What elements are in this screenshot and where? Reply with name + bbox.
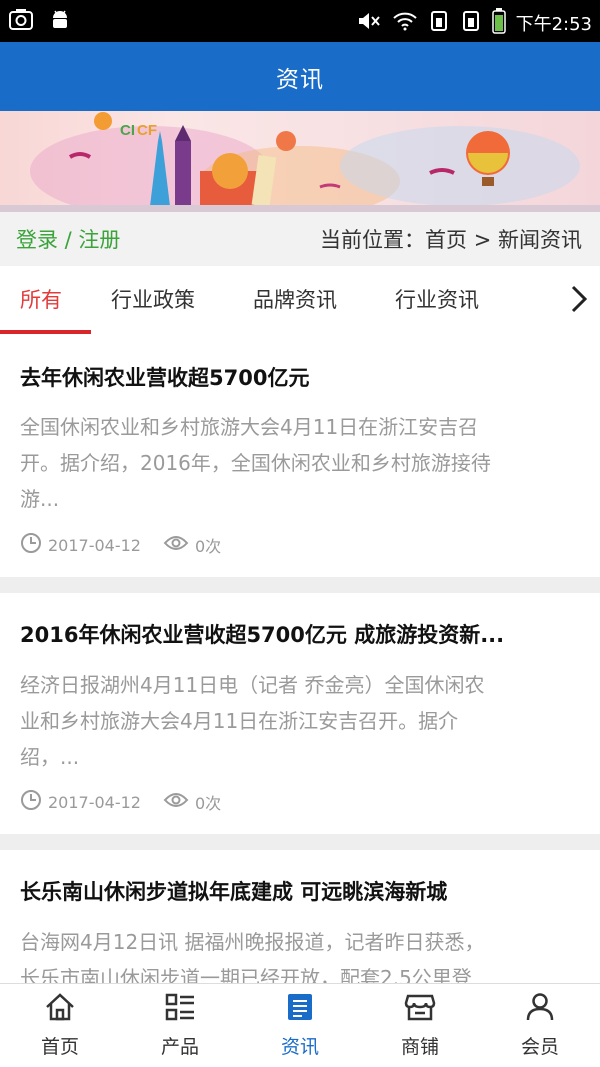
nav-label: 商铺 <box>400 1036 439 1058</box>
app-header: 资讯 <box>0 42 600 111</box>
article-title[interactable]: 2016年休闲农业营收超5700亿元 成旅游投资新... <box>20 619 580 649</box>
tab-industry-policy[interactable]: 行业政策 <box>111 284 195 314</box>
tabs-scroll-right-button[interactable] <box>538 266 600 336</box>
summary-line: 全国休闲农业和乡村旅游大会4月11日在浙江安吉召 <box>20 415 479 439</box>
summary-line: 业和乡村旅游大会4月11日在浙江安吉召开。据介 <box>20 709 459 733</box>
article-views: 0次 <box>194 794 222 813</box>
summary-line: 台海网4月12日讯 据福州晚报报道，记者昨日获悉， <box>20 930 485 954</box>
page-title: 资讯 <box>276 66 324 93</box>
tab-brand-news[interactable]: 品牌资讯 <box>253 284 337 314</box>
nav-stores[interactable]: 商铺 <box>360 984 480 1067</box>
status-time: 下午2:53 <box>515 14 592 35</box>
breadcrumb-bar: 登录 / 注册 当前位置：首页 > 新闻资讯 <box>0 212 600 266</box>
eye-icon <box>163 534 189 556</box>
eye-icon <box>163 791 189 813</box>
article-card[interactable]: 长乐南山休闲步道拟年底建成 可远眺滨海新城 台海网4月12日讯 据福州晚报报道，… <box>0 850 600 983</box>
nav-label: 会员 <box>520 1036 559 1058</box>
article-date: 2017-04-12 <box>48 792 141 812</box>
svg-text:CF: CF <box>137 122 157 139</box>
article-title[interactable]: 去年休闲农业营收超5700亿元 <box>20 362 580 392</box>
breadcrumb: 当前位置：首页 > 新闻资讯 <box>320 228 582 252</box>
summary-line: 开。据介绍，2016年，全国休闲农业和乡村旅游接待 <box>20 451 491 475</box>
home-icon <box>44 992 76 1026</box>
grid-list-icon <box>164 992 196 1026</box>
summary-line: 长乐市南山休闲步道一期已经开放，配套2.5公里登 <box>20 966 472 983</box>
user-icon <box>524 992 556 1026</box>
article-views: 0次 <box>194 537 222 556</box>
tab-industry-news[interactable]: 行业资讯 <box>395 284 479 314</box>
svg-text:CI: CI <box>120 122 135 139</box>
sim2-icon <box>460 9 482 37</box>
clock-icon <box>20 789 42 815</box>
wifi-icon <box>392 9 418 37</box>
banner-image[interactable]: CI CF <box>0 111 600 212</box>
article-title[interactable]: 长乐南山休闲步道拟年底建成 可远眺滨海新城 <box>20 876 580 906</box>
sim1-icon <box>428 9 450 37</box>
summary-line: 经济日报湖州4月11日电（记者 乔金亮）全国休闲农 <box>20 673 485 697</box>
article-card[interactable]: 去年休闲农业营收超5700亿元 全国休闲农业和乡村旅游大会4月11日在浙江安吉召… <box>0 336 600 577</box>
article-summary: 全国休闲农业和乡村旅游大会4月11日在浙江安吉召 开。据介绍，2016年，全国休… <box>20 409 580 517</box>
chevron-right-icon <box>570 284 588 318</box>
nav-label: 首页 <box>40 1036 79 1058</box>
article-date: 2017-04-12 <box>48 535 141 555</box>
screenshot-icon <box>8 8 34 36</box>
clock-icon <box>20 532 42 558</box>
category-tabs: 所有 行业政策 品牌资讯 行业资讯 <box>0 266 600 336</box>
nav-label: 产品 <box>160 1036 199 1058</box>
android-icon <box>48 8 72 36</box>
news-icon <box>284 992 316 1026</box>
login-register-link[interactable]: 登录 / 注册 <box>16 224 120 254</box>
article-meta: 2017-04-12 0次 <box>20 532 243 558</box>
article-summary: 经济日报湖州4月11日电（记者 乔金亮）全国休闲农 业和乡村旅游大会4月11日在… <box>20 667 580 775</box>
nav-home[interactable]: 首页 <box>0 984 120 1067</box>
nav-label: 资讯 <box>280 1036 319 1058</box>
status-bar: 下午2:53 <box>0 0 600 42</box>
tab-all[interactable]: 所有 <box>20 284 62 314</box>
summary-line: 绍，... <box>20 745 80 769</box>
battery-icon <box>491 8 506 38</box>
article-summary: 台海网4月12日讯 据福州晚报报道，记者昨日获悉， 长乐市南山休闲步道一期已经开… <box>20 924 580 983</box>
store-icon <box>404 992 436 1026</box>
mute-icon <box>356 9 382 37</box>
article-meta: 2017-04-12 0次 <box>20 789 243 815</box>
nav-member[interactable]: 会员 <box>480 984 600 1067</box>
nav-news[interactable]: 资讯 <box>240 984 360 1067</box>
bottom-navigation: 首页 产品 资讯 商铺 会员 <box>0 983 600 1067</box>
summary-line: 游... <box>20 487 60 511</box>
article-card[interactable]: 2016年休闲农业营收超5700亿元 成旅游投资新... 经济日报湖州4月11日… <box>0 593 600 834</box>
nav-products[interactable]: 产品 <box>120 984 240 1067</box>
active-tab-indicator <box>0 330 91 334</box>
